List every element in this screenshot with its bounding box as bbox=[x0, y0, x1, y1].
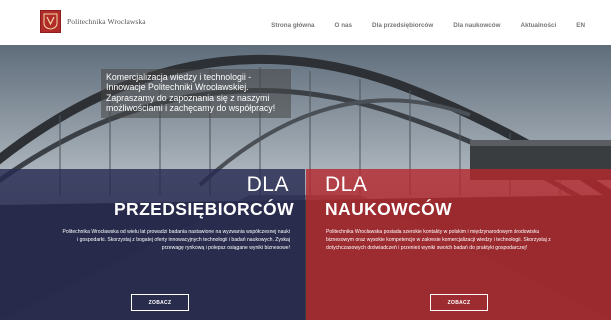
see-scientists-button[interactable]: ZOBACZ bbox=[430, 294, 488, 311]
hero-intro-text: Komercjalizacja wiedzy i technologii - I… bbox=[101, 69, 291, 118]
panel-scientists-description: Politechnika Wrocławska posiada szerokie… bbox=[326, 229, 551, 252]
panel-entrepreneurs-subtitle: DLA bbox=[246, 173, 289, 196]
hero-section: Komercjalizacja wiedzy i technologii - I… bbox=[0, 45, 611, 320]
site-header: Politechnika Wrocławska Strona główna O … bbox=[0, 0, 611, 45]
nav-item-entrepreneurs[interactable]: Dla przedsiębiorców bbox=[372, 22, 433, 29]
logo[interactable]: Politechnika Wrocławska bbox=[40, 10, 146, 33]
panel-entrepreneurs: DLA PRZEDSIĘBIORCÓW Politechnika Wrocław… bbox=[0, 169, 305, 320]
panel-entrepreneurs-description: Politechnika Wrocławska od wielu lat pro… bbox=[62, 229, 290, 252]
logo-text: Politechnika Wrocławska bbox=[67, 17, 146, 26]
see-entrepreneurs-button[interactable]: ZOBACZ bbox=[131, 294, 189, 311]
panel-scientists-title: NAUKOWCÓW bbox=[325, 199, 453, 219]
nav-item-home[interactable]: Strona główna bbox=[271, 22, 314, 29]
nav-item-scientists[interactable]: Dla naukowców bbox=[453, 22, 500, 29]
panel-scientists-subtitle: DLA bbox=[325, 173, 368, 196]
nav-item-about[interactable]: O nas bbox=[335, 22, 353, 29]
nav-item-news[interactable]: Aktualności bbox=[521, 22, 557, 29]
nav-item-language-en[interactable]: EN bbox=[576, 22, 585, 29]
university-crest-icon bbox=[40, 10, 61, 33]
panel-scientists: DLA NAUKOWCÓW Politechnika Wrocławska po… bbox=[306, 169, 611, 320]
panel-entrepreneurs-title: PRZEDSIĘBIORCÓW bbox=[113, 199, 294, 219]
main-nav: Strona główna O nas Dla przedsiębiorców … bbox=[251, 22, 585, 29]
